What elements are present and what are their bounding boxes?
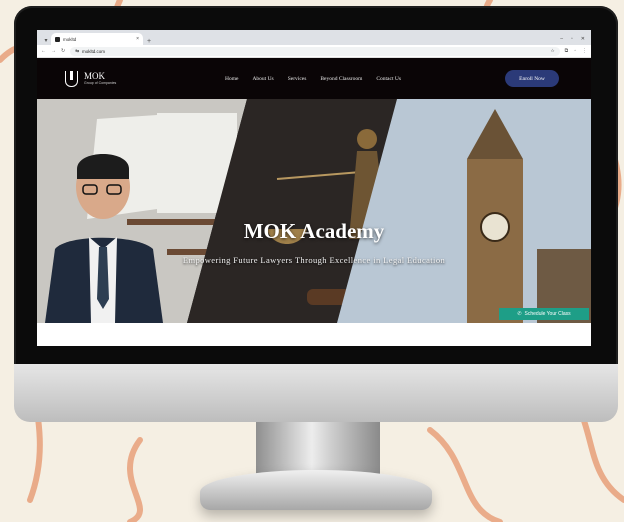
bookmark-star-icon[interactable]: ☆	[551, 48, 555, 54]
main-nav: Home About Us Services Beyond Classroom …	[225, 76, 401, 82]
url-text: mokltd.com	[81, 48, 105, 54]
close-tab-icon[interactable]: ×	[136, 36, 139, 42]
content-area	[37, 323, 591, 339]
menu-icon[interactable]: ⋮	[582, 48, 587, 54]
reload-icon[interactable]: ↻	[61, 48, 65, 54]
browser-window: ▾ mokltd × + – ▫ ✕ ← → ↻ ⇆ mokltd.com ☆ …	[37, 30, 591, 346]
nav-about-us[interactable]: About Us	[252, 76, 273, 82]
nav-beyond-classroom[interactable]: Beyond Classroom	[320, 76, 362, 82]
whatsapp-icon: ✆	[517, 311, 522, 317]
close-window-icon[interactable]: ✕	[581, 36, 585, 42]
tab-list-icon[interactable]: ▾	[41, 35, 51, 45]
back-icon[interactable]: ←	[41, 48, 46, 54]
schedule-class-label: Schedule Your Class	[524, 311, 571, 317]
browser-toolbar: ← → ↻ ⇆ mokltd.com ☆ ⧉ ◦ ⋮	[37, 45, 591, 58]
hero-title: MOK Academy	[243, 219, 385, 243]
monitor-stand-base	[200, 470, 432, 510]
profile-icon[interactable]: ◦	[574, 48, 576, 54]
hero-subtitle: Empowering Future Lawyers Through Excell…	[182, 255, 446, 265]
site-info-icon[interactable]: ⇆	[75, 48, 79, 54]
hero-collage-image	[37, 99, 591, 323]
maximize-icon[interactable]: ▫	[571, 36, 573, 42]
nav-contact-us[interactable]: Contact Us	[376, 76, 401, 82]
site-logo[interactable]: MOK Group of Companies	[65, 70, 117, 87]
site-header: MOK Group of Companies Home About Us Ser…	[37, 58, 591, 99]
logo-subtitle: Group of Companies	[84, 81, 117, 85]
forward-icon[interactable]: →	[51, 48, 56, 54]
address-bar[interactable]: ⇆ mokltd.com ☆	[70, 46, 560, 56]
nav-services[interactable]: Services	[288, 76, 307, 82]
browser-tab-bar: ▾ mokltd × + – ▫ ✕	[37, 30, 591, 45]
monitor-chin	[14, 364, 618, 422]
nav-home[interactable]: Home	[225, 76, 238, 82]
schedule-class-button[interactable]: ✆ Schedule Your Class	[499, 308, 589, 320]
logo-mark-icon	[65, 70, 78, 87]
tab-title: mokltd	[63, 36, 77, 42]
favicon-icon	[55, 36, 60, 42]
browser-tab[interactable]: mokltd ×	[51, 33, 143, 45]
hero-banner: MOK Academy Empowering Future Lawyers Th…	[37, 99, 591, 323]
enroll-now-button[interactable]: Enroll Now	[505, 70, 559, 87]
new-tab-button[interactable]: +	[143, 38, 155, 45]
logo-name: MOK	[84, 71, 106, 81]
extensions-icon[interactable]: ⧉	[565, 48, 569, 54]
minimize-icon[interactable]: –	[560, 36, 563, 42]
